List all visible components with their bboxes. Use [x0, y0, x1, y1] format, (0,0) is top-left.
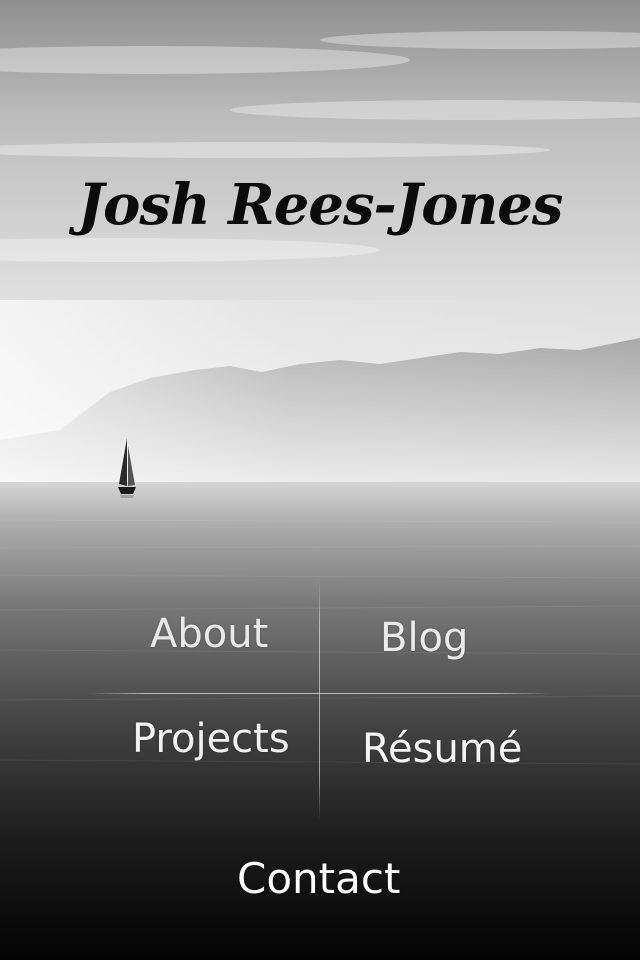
nav-resume-link[interactable]: Résumé — [362, 729, 522, 769]
nav-contact-link[interactable]: Contact — [237, 858, 400, 900]
nav-blog-link[interactable]: Blog — [380, 618, 468, 658]
sailboat-icon — [118, 438, 136, 498]
nav-about-link[interactable]: About — [150, 614, 268, 654]
nav-divider-horizontal — [90, 693, 550, 694]
landing-page: Josh Rees-Jones About Blog Projects Résu… — [0, 0, 640, 960]
nav-divider-vertical — [319, 580, 320, 820]
background-photo — [0, 0, 640, 960]
nav-projects-link[interactable]: Projects — [132, 719, 290, 759]
site-title: Josh Rees-Jones — [77, 172, 564, 238]
